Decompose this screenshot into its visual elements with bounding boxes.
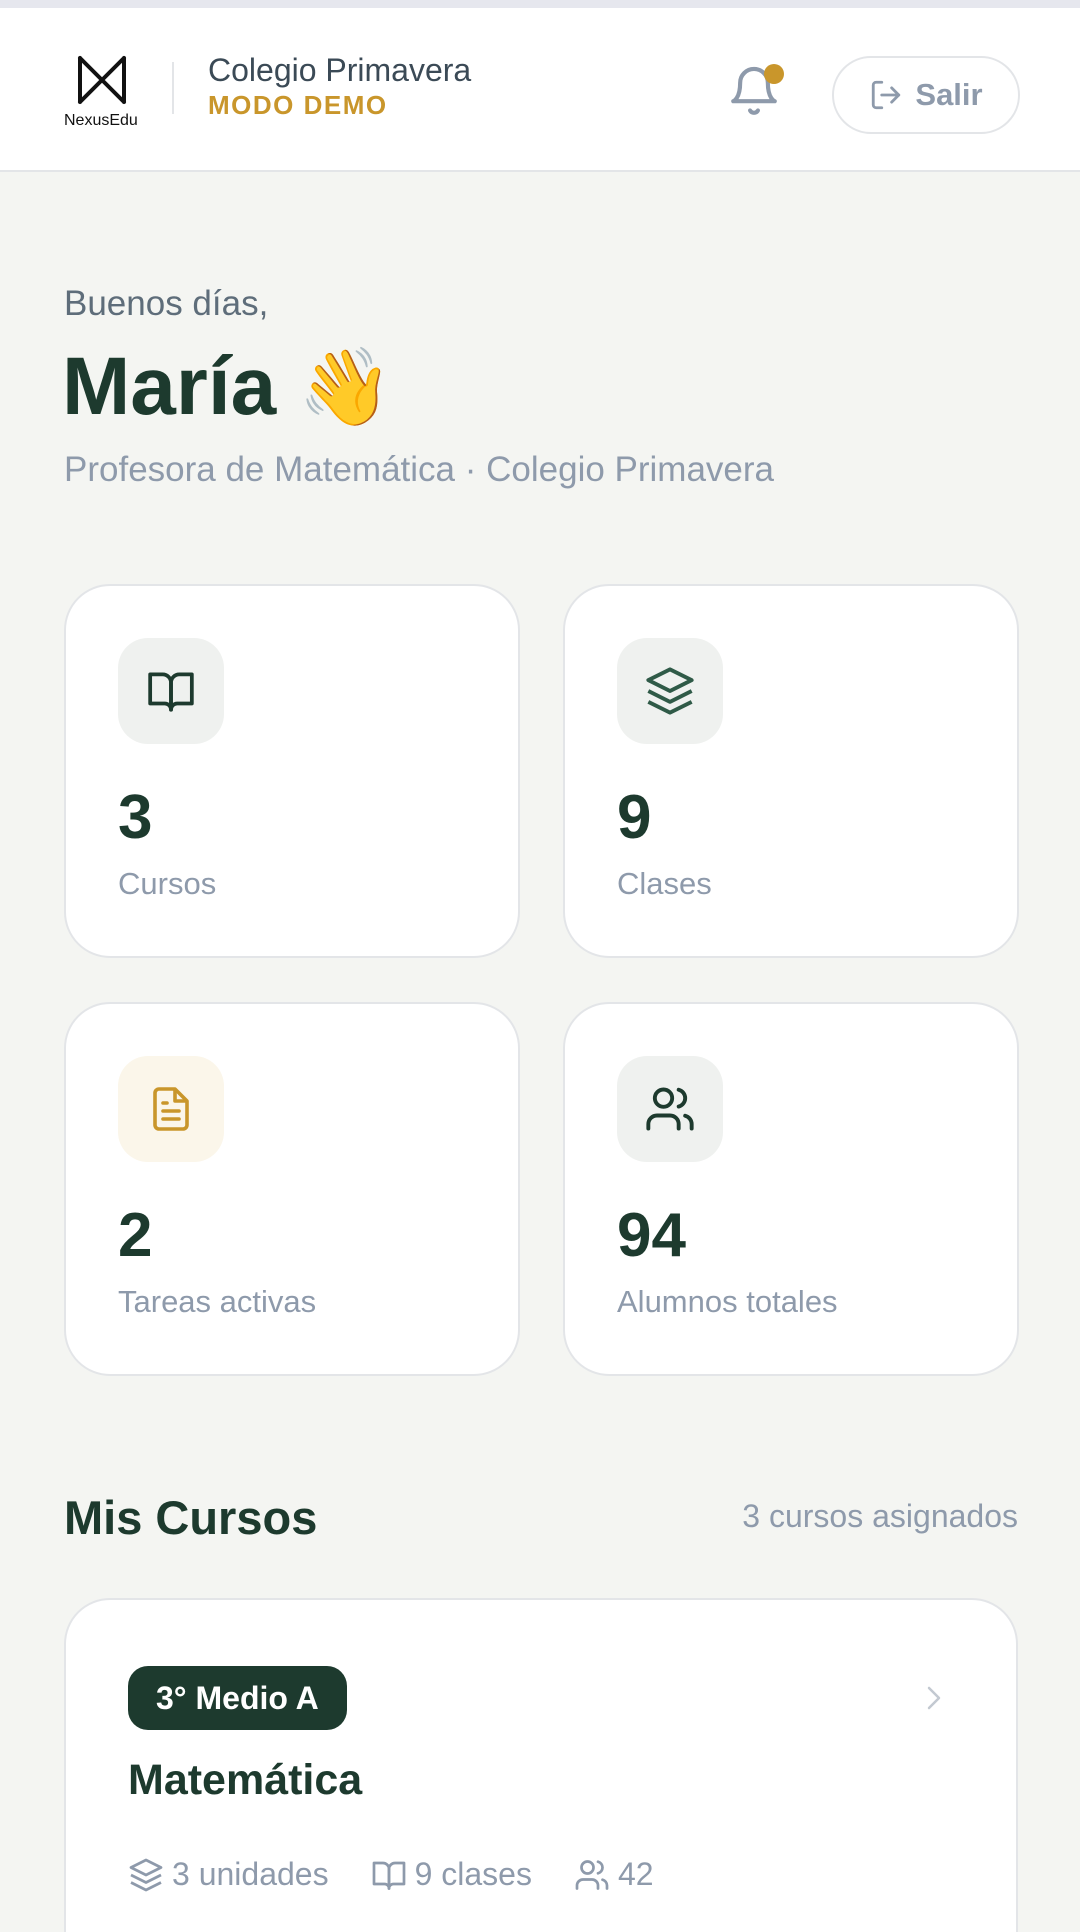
stat-label: Cursos	[118, 866, 217, 901]
logo-text: NexusEdu	[64, 112, 138, 129]
stat-value: 94	[617, 1201, 686, 1270]
stat-card-active-tasks[interactable]: 2 Tareas activas	[64, 1002, 520, 1376]
course-classes: 9 clases	[371, 1856, 532, 1893]
stat-value: 3	[118, 783, 153, 852]
logout-button[interactable]: Salir	[832, 56, 1020, 134]
greeting-text: Buenos días,	[64, 284, 269, 323]
stat-label: Tareas activas	[118, 1284, 317, 1319]
stat-card-total-students[interactable]: 94 Alumnos totales	[563, 1002, 1019, 1376]
user-name-text: María	[62, 341, 277, 432]
stat-label: Clases	[617, 866, 712, 901]
notification-dot	[764, 64, 784, 84]
course-title: Matemática	[128, 1756, 363, 1804]
demo-mode-label: MODO DEMO	[208, 90, 388, 120]
chevron-right-icon[interactable]	[922, 1682, 946, 1714]
course-classes-text: 9 clases	[414, 1856, 532, 1892]
app-header: NexusEdu Colegio Primavera MODO DEMO Sal…	[0, 8, 1080, 172]
user-name: María 👋	[62, 340, 393, 434]
course-units-text: 3 unidades	[172, 1856, 329, 1892]
layers-icon	[646, 667, 694, 715]
log-out-icon	[872, 80, 901, 110]
courses-count: 3 cursos asignados	[742, 1498, 1018, 1534]
stat-icon-container	[118, 638, 224, 744]
logout-label: Salir	[915, 77, 983, 112]
courses-section-title: Mis Cursos	[64, 1491, 318, 1544]
nexusedu-logo-mark-icon	[78, 56, 126, 104]
stat-icon-container	[617, 1056, 723, 1162]
stat-icon-container	[118, 1056, 224, 1162]
course-grade-badge: 3° Medio A	[128, 1666, 347, 1730]
course-card[interactable]: 3° Medio A Matemática 3 unidades 9 clase…	[64, 1598, 1018, 1932]
layers-icon	[129, 1858, 163, 1891]
course-units: 3 unidades	[128, 1856, 329, 1893]
users-icon	[575, 1859, 609, 1890]
course-students-text: 42	[617, 1856, 654, 1892]
file-text-icon	[153, 1087, 189, 1131]
stat-icon-container	[617, 638, 723, 744]
stat-label: Alumnos totales	[617, 1284, 838, 1319]
book-open-icon	[148, 672, 194, 712]
waving-hand-icon: 👋	[298, 345, 393, 430]
top-edge-line	[0, 0, 1080, 8]
header-divider	[172, 62, 174, 114]
stat-value: 2	[118, 1201, 153, 1270]
stat-card-classes[interactable]: 9 Clases	[563, 584, 1019, 958]
stat-value: 9	[617, 783, 652, 852]
nexusedu-logo[interactable]: NexusEdu	[64, 52, 144, 136]
users-icon	[646, 1087, 694, 1131]
user-role-subtitle: Profesora de Matemática · Colegio Primav…	[64, 450, 775, 489]
course-students: 42	[574, 1856, 654, 1893]
stat-card-courses[interactable]: 3 Cursos	[64, 584, 520, 958]
book-open-icon	[372, 1861, 405, 1890]
school-name: Colegio Primavera	[208, 52, 472, 88]
course-meta: 3 unidades 9 clases 42	[128, 1856, 654, 1893]
